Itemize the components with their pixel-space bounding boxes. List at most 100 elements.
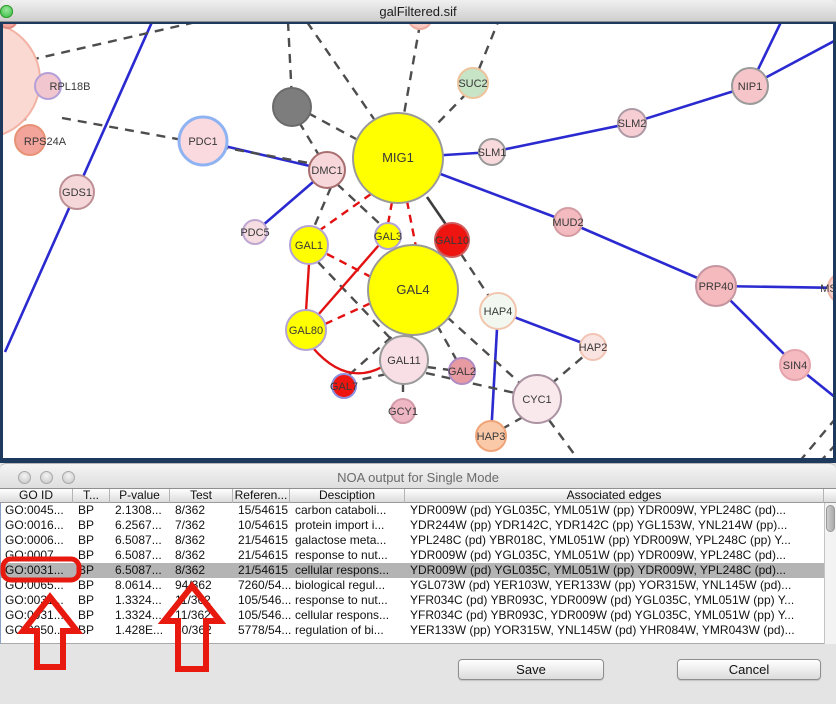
network-svg[interactable]: RPL18BRPS24AGDS1PDC1MIG1DMC1SUC2SLM1SLM2… (3, 24, 833, 458)
column-header-associated-edges[interactable]: Associated edges (405, 489, 824, 503)
network-edge[interactable] (549, 420, 580, 458)
column-header-go-id[interactable]: GO ID (0, 489, 73, 503)
noa-window-title: NOA output for Single Mode (0, 470, 836, 485)
network-edge[interactable] (461, 254, 490, 298)
network-edge[interactable] (427, 197, 447, 226)
cell-test: 11/362 (171, 608, 234, 623)
node-label-PRP40: PRP40 (699, 281, 734, 293)
cell-reference: 105/546... (234, 608, 291, 623)
cell-description: response to nut... (291, 593, 406, 608)
network-edge[interactable] (327, 254, 371, 277)
node-label-GAL3: GAL3 (374, 231, 402, 243)
node-label-GAL1: GAL1 (295, 240, 323, 252)
network-edge[interactable] (325, 303, 371, 324)
node-label-GAL7: GAL7 (330, 381, 358, 393)
network-edge[interactable] (320, 194, 371, 230)
table-vertical-scrollbar[interactable] (824, 503, 836, 644)
column-header-reference[interactable]: Referen... (233, 489, 290, 503)
cell-edges: YDR009W (pd) YGL035C, YML051W (pp) YDR00… (406, 503, 825, 518)
table-row[interactable]: GO:0050...BP1.428E...80/3625778/54...reg… (1, 623, 836, 638)
cell-type: BP (74, 503, 111, 518)
network-node-unnamed-corner[interactable] (3, 24, 17, 28)
table-row[interactable]: GO:0007...BP6.5087...8/36221/54615respon… (1, 548, 836, 563)
network-edge[interactable] (306, 264, 309, 311)
node-label-SLM1: SLM1 (478, 147, 507, 159)
network-edge[interactable] (313, 348, 382, 373)
network-view[interactable]: RPL18BRPS24AGDS1PDC1MIG1DMC1SUC2SLM1SLM2… (0, 22, 836, 463)
network-edge[interactable] (820, 444, 833, 458)
save-button[interactable]: Save (458, 659, 604, 680)
node-label-SLM2: SLM2 (618, 118, 647, 130)
network-edge[interactable] (436, 93, 467, 125)
network-edge[interactable] (492, 123, 632, 152)
cell-p_value: 1.428E... (111, 623, 171, 638)
cell-type: BP (74, 623, 111, 638)
cell-description: cellular respons... (291, 563, 406, 578)
network-edge[interactable] (799, 418, 833, 458)
graph-window-title: galFiltered.sif (0, 4, 836, 19)
cell-p_value: 1.3324... (111, 608, 171, 623)
network-edge[interactable] (30, 24, 196, 60)
node-label-GAL80: GAL80 (289, 325, 323, 337)
cell-go_id: GO:0007... (1, 548, 74, 563)
table-row[interactable]: GO:0006...BP6.5087...8/36221/54615galact… (1, 533, 836, 548)
column-header-type[interactable]: T... (73, 489, 110, 503)
scrollbar-thumb[interactable] (826, 505, 835, 532)
table-row[interactable]: GO:0016...BP6.2567...7/36210/54615protei… (1, 518, 836, 533)
cell-reference: 21/54615 (234, 548, 291, 563)
column-header-test[interactable]: Test (170, 489, 233, 503)
node-label-MIG1: MIG1 (382, 150, 414, 165)
node-label-RPL18B: RPL18B (50, 81, 91, 93)
node-label-PDC5: PDC5 (240, 227, 269, 239)
table-row[interactable]: GO:0031...BP1.3324...11/362105/546...res… (1, 593, 836, 608)
cancel-button[interactable]: Cancel (677, 659, 821, 680)
cell-edges: YDR009W (pd) YGL035C, YML051W (pp) YDR00… (406, 548, 825, 563)
network-edge[interactable] (502, 417, 523, 429)
table-row[interactable]: GO:0045...BP2.1308...8/36215/54615carbon… (1, 503, 836, 518)
network-edge[interactable] (427, 367, 450, 370)
network-node-unnamed-top[interactable] (408, 24, 432, 29)
network-edge[interactable] (314, 187, 331, 227)
table-row[interactable]: GO:0031...BP6.5087...8/36221/54615cellul… (1, 563, 836, 578)
column-header-p-value[interactable]: P-value (110, 489, 170, 503)
cell-test: 8/362 (171, 548, 234, 563)
cell-edges: YDR244W (pp) YDR142C, YDR142C (pp) YGL15… (406, 518, 825, 533)
node-label-HAP4: HAP4 (484, 306, 513, 318)
network-edge[interactable] (551, 356, 584, 384)
noa-window-titlebar: NOA output for Single Mode (0, 463, 836, 489)
cell-p_value: 6.5087... (111, 563, 171, 578)
cell-p_value: 6.5087... (111, 533, 171, 548)
cell-test: 8/362 (171, 533, 234, 548)
network-edge[interactable] (568, 222, 716, 286)
network-node-unnamed-gray[interactable] (273, 88, 311, 126)
table-row[interactable]: GO:0065...BP8.0614...94/3627260/54...bio… (1, 578, 836, 593)
network-edge[interactable] (307, 24, 374, 119)
network-edge[interactable] (404, 24, 420, 114)
network-edge[interactable] (407, 201, 416, 247)
cell-edges: YGL073W (pd) YER103W, YER133W (pp) YOR31… (406, 578, 825, 593)
cell-type: BP (74, 533, 111, 548)
network-edge[interactable] (299, 122, 320, 157)
node-label-GDS1: GDS1 (62, 187, 92, 199)
cell-description: regulation of bi... (291, 623, 406, 638)
cell-go_id: GO:0016... (1, 518, 74, 533)
network-edge[interactable] (479, 24, 498, 69)
network-node-unnamed-large[interactable] (3, 24, 40, 138)
graph-window-titlebar: galFiltered.sif (0, 0, 836, 22)
node-label-HAP3: HAP3 (477, 431, 506, 443)
cell-test: 94/362 (171, 578, 234, 593)
network-edge[interactable] (388, 202, 392, 224)
table-row[interactable]: GO:0031...BP1.3324...11/362105/546...cel… (1, 608, 836, 623)
cell-type: BP (74, 578, 111, 593)
cell-test: 11/362 (171, 593, 234, 608)
node-label-CYC1: CYC1 (522, 394, 551, 406)
cell-reference: 15/54615 (234, 503, 291, 518)
network-edge[interactable] (308, 113, 356, 139)
cell-reference: 21/54615 (234, 533, 291, 548)
cell-go_id: GO:0031... (1, 608, 74, 623)
column-header-description[interactable]: Desciption (290, 489, 405, 503)
network-edge[interactable] (354, 374, 387, 381)
network-edge[interactable] (437, 325, 456, 359)
node-label-SUC2: SUC2 (458, 78, 487, 90)
cell-go_id: GO:0031... (1, 593, 74, 608)
